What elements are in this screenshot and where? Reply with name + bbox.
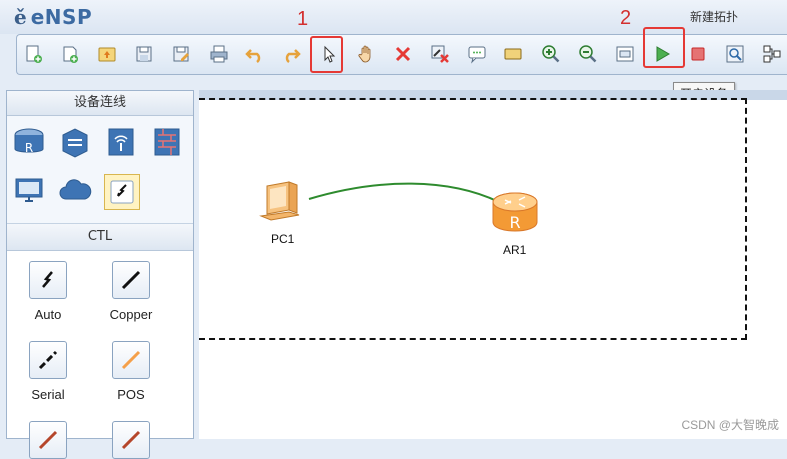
new-topology-icon: [26, 45, 42, 63]
node-pc1[interactable]: [257, 178, 309, 231]
device-panel-header: 设备连线: [7, 91, 193, 116]
logo-text: eNSP: [30, 5, 93, 29]
topology-canvas[interactable]: PC1 R AR1 CSDN @大智晚成: [199, 90, 787, 439]
cable-e1-button[interactable]: [29, 421, 67, 459]
auto-cable-icon: [42, 271, 53, 288]
router-node-icon: R: [492, 192, 538, 232]
cable-auto-button[interactable]: [29, 261, 67, 299]
wireless-icon: [108, 128, 134, 156]
cable-auto[interactable]: Auto: [13, 261, 83, 322]
fit-view-icon: [616, 46, 634, 62]
svg-text:R: R: [25, 141, 33, 155]
capture-icon: [726, 45, 744, 63]
annotation-number-2: 2: [620, 7, 632, 29]
device-panel: 设备连线 R CTL Auto Copper Serial POS: [6, 90, 194, 459]
pos-cable-icon: [121, 350, 141, 370]
print-button[interactable]: [208, 43, 230, 65]
device-router[interactable]: R: [11, 124, 47, 160]
topology-button[interactable]: [761, 43, 783, 65]
svg-text:R: R: [509, 213, 520, 232]
pc-icon: [259, 181, 300, 221]
delete-link-icon: [431, 45, 449, 63]
save-icon: [136, 46, 152, 62]
save-as-icon: [173, 46, 189, 62]
delete-button[interactable]: [392, 43, 414, 65]
logo-mark: ě: [14, 5, 27, 29]
cable-ce1-button[interactable]: [112, 421, 150, 459]
redo-button[interactable]: [280, 43, 302, 65]
delete-link-button[interactable]: [429, 43, 451, 65]
cable-copper-button[interactable]: [112, 261, 150, 299]
device-grid: R: [7, 116, 193, 224]
device-cloud[interactable]: [57, 172, 93, 208]
zoom-out-icon: [579, 45, 597, 63]
pc-terminal-icon: [15, 178, 43, 202]
hand-pan-icon: [358, 45, 371, 63]
device-connection[interactable]: [104, 174, 140, 210]
ce1-cable-icon: [121, 430, 141, 450]
delete-icon: [395, 46, 411, 62]
cable-pos-label: POS: [117, 387, 145, 402]
open-button[interactable]: [96, 43, 118, 65]
switch-icon: [62, 128, 88, 158]
pc1-ar1-link[interactable]: [308, 182, 500, 203]
node-ar1[interactable]: R: [489, 190, 541, 241]
new-file-button[interactable]: [59, 43, 81, 65]
open-folder-icon: [98, 47, 116, 62]
topology-title: 新建拓扑: [690, 10, 739, 24]
annotation-number-1: 1: [297, 8, 309, 30]
cloud-icon: [59, 179, 92, 200]
serial-cable-icon: [38, 350, 58, 370]
cable-e1[interactable]: [13, 421, 83, 459]
rectangle-icon: [504, 48, 522, 60]
fit-view-button[interactable]: [614, 43, 636, 65]
new-file-icon: [63, 46, 78, 63]
link-layer: [308, 182, 500, 203]
device-firewall[interactable]: [149, 124, 185, 160]
print-icon: [210, 45, 228, 63]
new-topology-button[interactable]: [23, 43, 45, 65]
zoom-in-icon: [542, 45, 560, 63]
annotation-box-select: [310, 36, 343, 73]
text-comment-icon: [468, 46, 486, 64]
cable-copper-label: Copper: [109, 307, 153, 322]
zoom-in-button[interactable]: [540, 43, 562, 65]
cable-serial[interactable]: Serial: [13, 341, 83, 402]
e1-cable-icon: [38, 430, 58, 450]
copper-cable-icon: [121, 270, 141, 290]
device-pc[interactable]: [11, 172, 47, 208]
cable-pos-button[interactable]: [112, 341, 150, 379]
rectangle-button[interactable]: [502, 43, 524, 65]
cable-ce1[interactable]: [96, 421, 166, 459]
cable-auto-label: Auto: [34, 307, 62, 322]
node-pc1-label: PC1: [271, 232, 295, 246]
firewall-icon: [154, 128, 180, 156]
text-comment-button[interactable]: [466, 43, 488, 65]
stop-device-icon: [691, 47, 705, 61]
save-as-button[interactable]: [170, 43, 192, 65]
cable-pos[interactable]: POS: [96, 341, 166, 402]
cable-serial-button[interactable]: [29, 341, 67, 379]
router-icon: R: [14, 128, 44, 155]
device-switch[interactable]: [57, 124, 93, 160]
cable-serial-label: Serial: [31, 387, 65, 402]
undo-button[interactable]: [244, 43, 266, 65]
save-button[interactable]: [133, 43, 155, 65]
device-wireless[interactable]: [103, 124, 139, 160]
undo-icon: [245, 49, 261, 63]
annotation-box-start: [643, 27, 685, 68]
stop-device-button[interactable]: [687, 43, 709, 65]
node-ar1-label: AR1: [503, 243, 527, 257]
watermark: CSDN @大智晚成: [681, 418, 779, 432]
topology-icon: [763, 45, 781, 63]
zoom-out-button[interactable]: [577, 43, 599, 65]
pan-button[interactable]: [355, 43, 377, 65]
cable-copper[interactable]: Copper: [96, 261, 166, 322]
cable-grid: Auto Copper Serial POS: [7, 251, 193, 459]
ctl-header: CTL: [7, 224, 193, 251]
app-logo: ě eNSP: [14, 5, 92, 29]
capture-button[interactable]: [724, 43, 746, 65]
connection-icon: [110, 180, 134, 204]
redo-icon: [285, 49, 301, 63]
